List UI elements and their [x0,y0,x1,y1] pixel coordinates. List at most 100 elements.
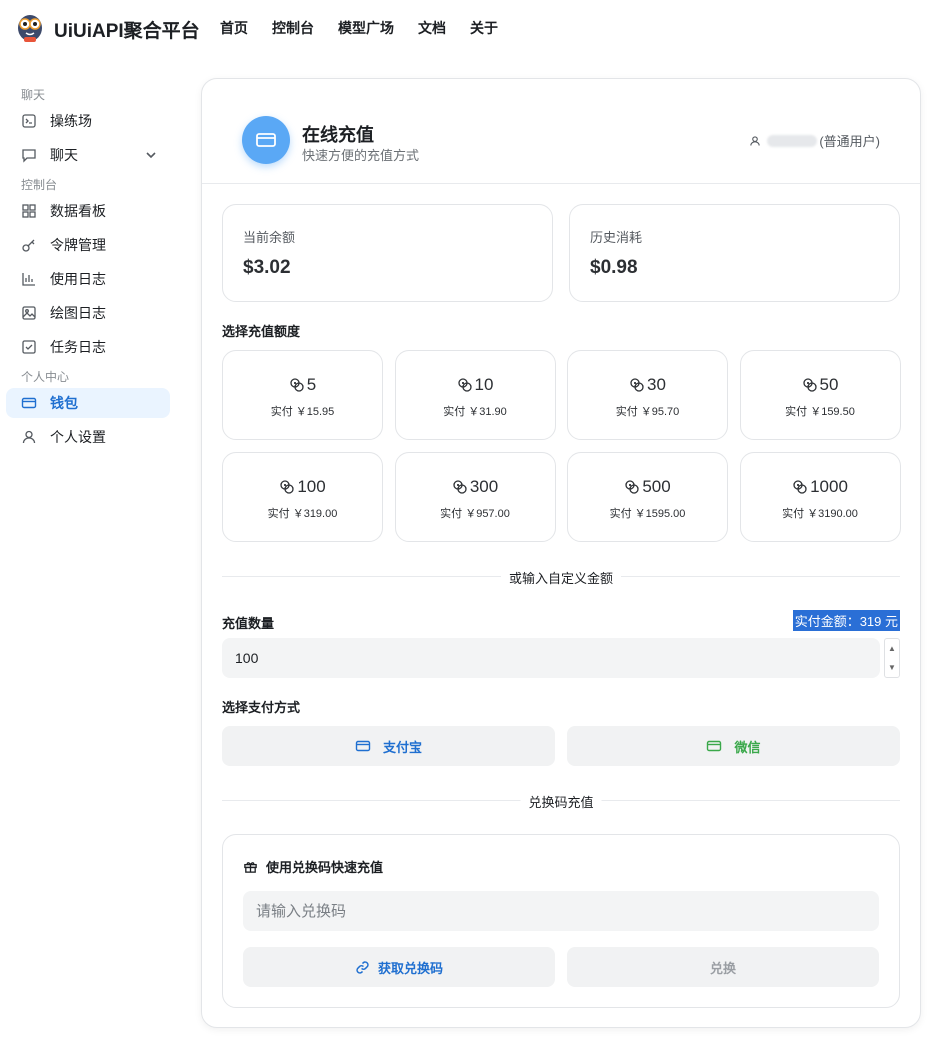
terminal-icon [21,113,37,129]
amount-value: 10 [396,375,555,395]
redeem-title: 使用兑换码快速充值 [243,857,383,876]
credit-card-icon [707,740,722,752]
redeem-code-input[interactable] [243,891,879,931]
sidebar-item-dashboard[interactable]: 数据看板 [6,196,170,226]
nav-console[interactable]: 控制台 [272,18,314,38]
sidebar-item-tasks[interactable]: 任务日志 [6,332,170,362]
grid-icon [21,203,37,219]
amount-option[interactable]: 30 实付 ￥95.70 [567,350,728,440]
sidebar: 聊天 操练场 聊天 控制台 数据看板 令牌管理 使用日志 绘图日志 任务日志 个… [0,80,180,456]
balance-card: 当前余额 $3.02 [222,204,553,302]
chevron-up-icon[interactable]: ▲ [888,644,896,653]
sidebar-item-label: 绘图日志 [50,305,106,321]
amount-text: 1000 [810,477,848,496]
chevron-down-icon[interactable]: ▼ [888,663,896,672]
consumed-card: 历史消耗 $0.98 [569,204,900,302]
get-code-button[interactable]: 获取兑换码 [243,947,555,987]
amount-option[interactable]: 50 实付 ￥159.50 [739,350,901,440]
amount-value: 500 [568,477,727,497]
consumed-value: $0.98 [590,257,638,278]
sidebar-item-wallet[interactable]: 钱包 [6,388,170,418]
quantity-input[interactable] [222,638,880,678]
sidebar-item-label: 聊天 [50,147,78,163]
amount-option[interactable]: 5 实付 ￥15.95 [222,350,383,440]
amount-pay: 实付 ￥957.00 [440,508,510,520]
checkbox-icon [21,339,37,355]
user-info: (普通用户) [749,131,880,150]
alipay-button[interactable]: 支付宝 [222,726,555,766]
card-header: 在线充值 快速方便的充值方式 (普通用户) [202,79,920,184]
amount-option[interactable]: 1000 实付 ￥3190.00 [739,452,901,542]
coins-icon [802,377,820,393]
amount-pay: 实付 ￥15.95 [270,406,335,418]
amount-text: 100 [297,477,326,496]
amount-value: 100 [223,477,382,497]
page-subtitle: 快速方便的充值方式 [302,148,420,163]
sidebar-item-label: 操练场 [50,113,92,129]
alipay-label: 支付宝 [382,739,422,755]
sidebar-item-chat[interactable]: 聊天 [6,140,170,170]
amount-option[interactable]: 100 实付 ￥319.00 [222,452,383,542]
coins-icon [452,479,470,495]
sidebar-item-label: 钱包 [50,395,78,411]
balance-label: 当前余额 [243,230,296,245]
amount-value: 50 [741,375,900,395]
amount-option[interactable]: 10 实付 ￥31.90 [394,350,556,440]
logo-icon[interactable] [16,11,44,43]
image-icon [21,305,37,321]
sidebar-item-label: 个人设置 [50,429,106,445]
redeem-card: 使用兑换码快速充值 获取兑换码 兑换 [222,834,900,1008]
redeem-title-label: 使用兑换码快速充值 [266,860,384,875]
amount-text: 5 [306,375,317,394]
amount-text: 30 [647,375,666,394]
quantity-stepper[interactable]: ▲ ▼ [884,638,900,678]
topup-card: 在线充值 快速方便的充值方式 (普通用户) 当前余额 $3.02 历史消耗 $0… [201,78,921,1028]
amount-text: 10 [474,375,494,394]
amount-option[interactable]: 300 实付 ￥957.00 [394,452,556,542]
coins-icon [279,479,297,495]
amount-pay: 实付 ￥31.90 [443,406,507,418]
sidebar-item-settings[interactable]: 个人设置 [6,422,170,452]
amount-pay: 实付 ￥95.70 [615,406,680,418]
amount-pay: 实付 ￥319.00 [267,508,338,520]
redeem-button[interactable]: 兑换 [567,947,879,987]
wechat-label: 微信 [734,739,761,755]
nav-models[interactable]: 模型广场 [338,18,394,38]
amount-option[interactable]: 500 实付 ￥1595.00 [567,452,728,542]
amount-text: 300 [469,477,499,496]
brand-name[interactable]: UiUiAPI聚合平台 [54,16,200,43]
top-header: UiUiAPI聚合平台 首页 控制台 模型广场 文档 关于 [0,0,942,56]
sidebar-item-playground[interactable]: 操练场 [6,106,170,136]
wechat-button[interactable]: 微信 [567,726,900,766]
nav-home[interactable]: 首页 [220,18,248,38]
pay-total: 实付金额：319 元 [792,610,900,631]
get-code-label: 获取兑换码 [377,960,443,976]
sidebar-item-usage[interactable]: 使用日志 [6,264,170,294]
link-icon [356,960,369,974]
sidebar-section-console: 控制台 [21,178,58,192]
user-icon [21,429,37,445]
custom-divider-label: 或输入自定义金额 [500,568,622,587]
sidebar-item-label: 使用日志 [50,271,106,287]
chevron-down-icon[interactable] [144,148,158,162]
amount-section-title: 选择充值额度 [222,324,301,339]
user-icon [750,135,761,146]
sidebar-item-drawing[interactable]: 绘图日志 [6,298,170,328]
sidebar-item-label: 数据看板 [50,203,106,219]
balance-value: $3.02 [243,257,291,278]
nav-about[interactable]: 关于 [470,18,498,38]
sidebar-section-chat: 聊天 [21,88,46,102]
amount-value: 1000 [741,477,900,497]
amount-pay: 实付 ￥3190.00 [782,508,858,520]
sidebar-item-tokens[interactable]: 令牌管理 [6,230,170,260]
amount-value: 5 [223,375,382,395]
key-icon [21,237,37,253]
nav-docs[interactable]: 文档 [418,18,446,38]
sidebar-section-personal: 个人中心 [21,370,70,384]
page-title: 在线充值 [302,125,374,145]
top-nav: 首页 控制台 模型广场 文档 关于 [220,18,522,38]
gift-icon [244,862,257,873]
redeem-divider-label: 兑换码充值 [520,792,602,811]
bar-chart-icon [21,271,37,287]
amount-text: 500 [642,477,671,496]
